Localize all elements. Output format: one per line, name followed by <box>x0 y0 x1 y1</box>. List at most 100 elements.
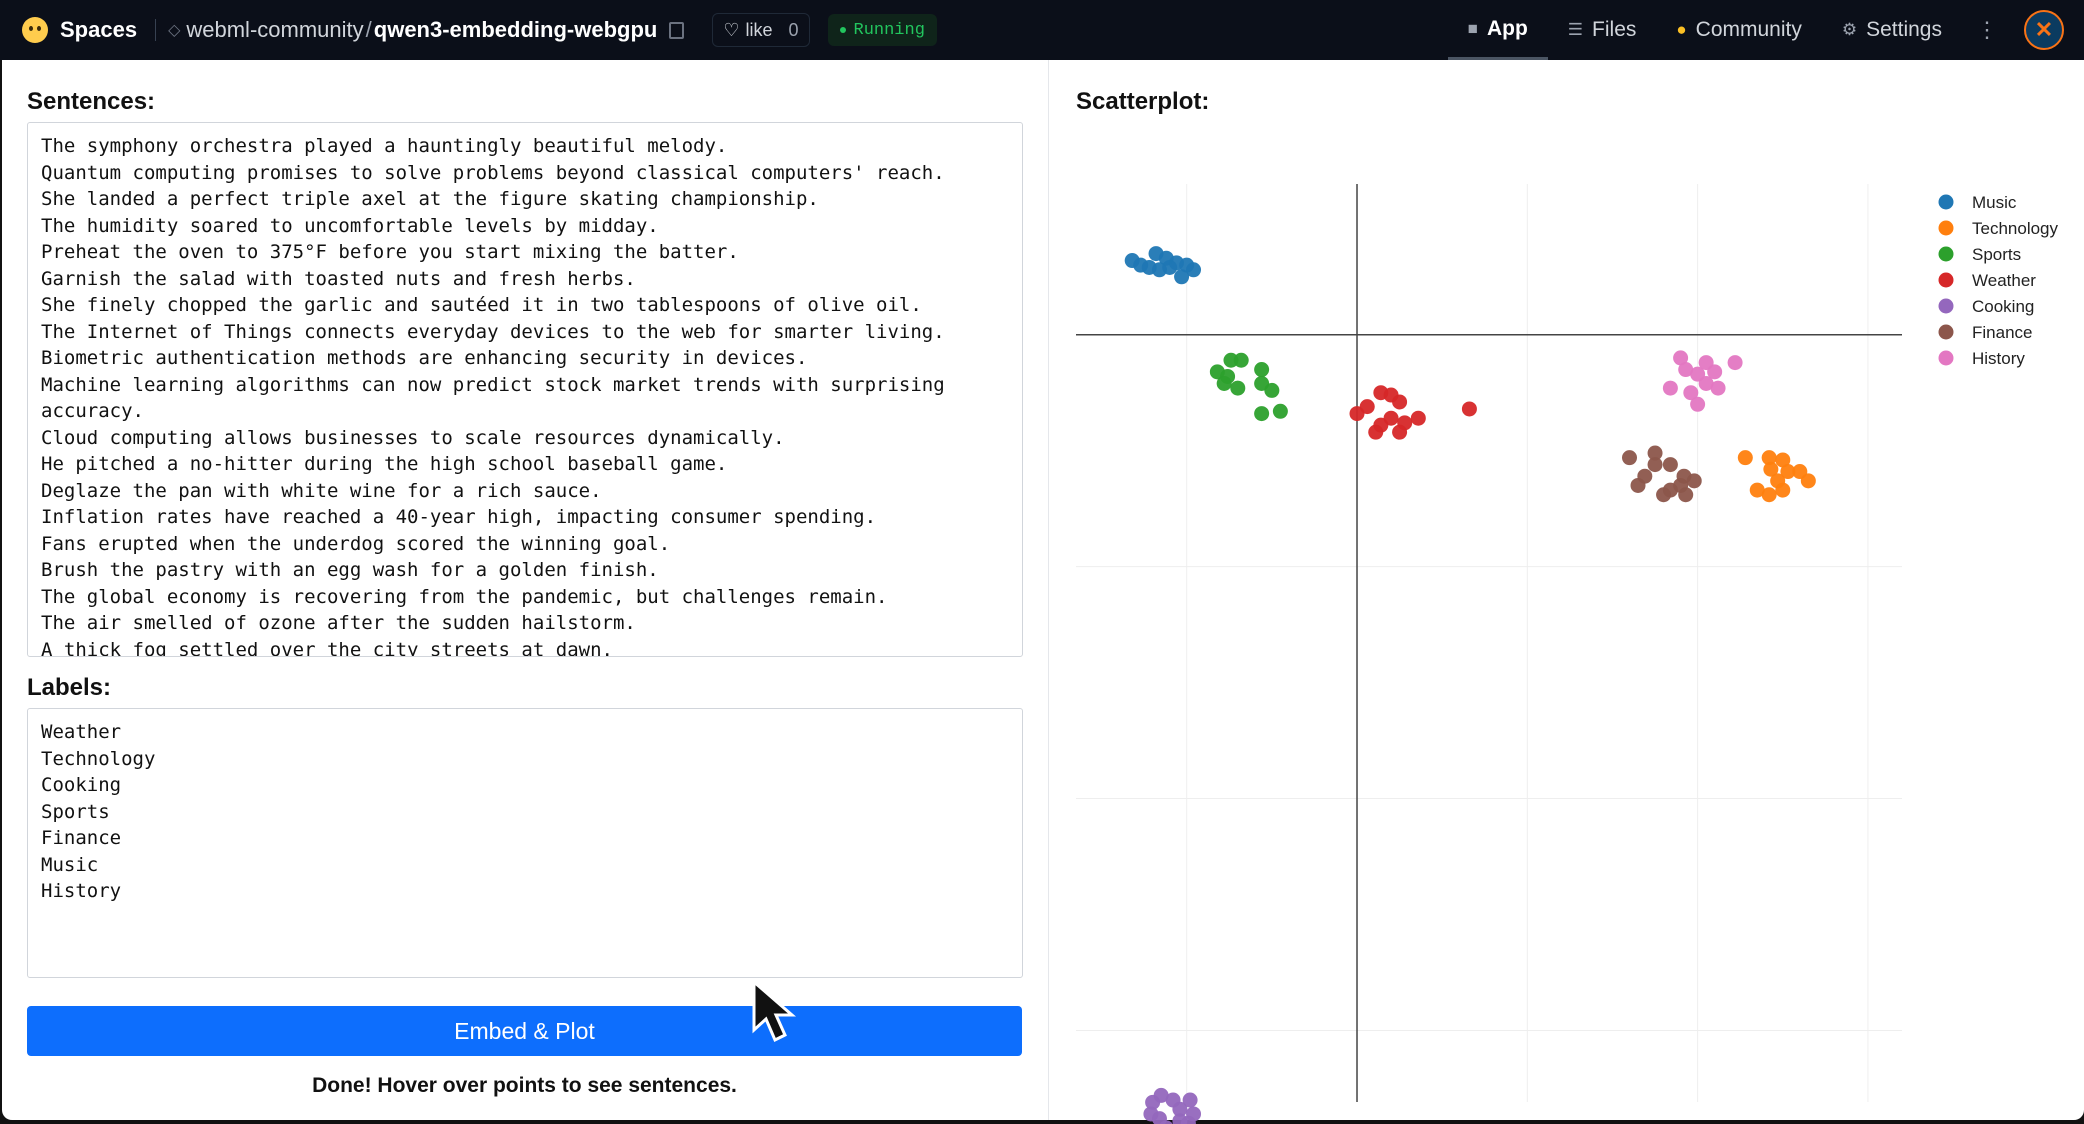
scatter-point-finance[interactable] <box>1662 482 1678 498</box>
avatar[interactable]: ✕ <box>2024 10 2064 50</box>
scatter-point-sports[interactable] <box>1254 406 1270 422</box>
scatter-point-weather[interactable] <box>1461 401 1477 417</box>
scatter-point-technology[interactable] <box>1770 473 1786 489</box>
like-label: like <box>745 19 773 40</box>
legend-marker-history <box>1938 350 1954 366</box>
scatter-point-finance[interactable] <box>1647 457 1663 473</box>
scatter-point-finance[interactable] <box>1678 487 1694 503</box>
scatter-point-sports[interactable] <box>1216 375 1232 391</box>
scatter-point-finance[interactable] <box>1622 450 1638 466</box>
sentence-line: Fans erupted when the underdog scored th… <box>41 532 671 555</box>
status-badge[interactable]: Running <box>827 14 937 46</box>
input-panel: Sentences: The symphony orchestra played… <box>2 60 1048 1120</box>
scatter-point-sports[interactable] <box>1230 380 1246 396</box>
scatter-point-music[interactable] <box>1174 269 1190 285</box>
space-icon: ◇ <box>168 22 181 39</box>
sentence-line: A thick fog settled over the city street… <box>41 638 613 657</box>
scatter-point-history[interactable] <box>1662 380 1678 396</box>
scatter-point-history[interactable] <box>1690 396 1706 412</box>
label-line: Weather <box>41 721 122 743</box>
like-button[interactable]: ♡ like 0 <box>712 13 810 47</box>
sentence-line: Quantum computing promises to solve prob… <box>41 161 945 184</box>
heart-icon: ♡ <box>723 19 740 40</box>
embed-plot-button[interactable]: Embed & Plot <box>27 1006 1022 1056</box>
label-line: Cooking <box>41 774 122 796</box>
app-content: Sentences: The symphony orchestra played… <box>2 60 2084 1124</box>
hugging-face-logo-icon[interactable] <box>22 17 48 43</box>
label-line: Music <box>41 853 99 876</box>
cube-icon: ■ <box>1467 18 1478 38</box>
scatter-point-weather[interactable] <box>1359 399 1375 415</box>
label-line: History <box>41 880 122 902</box>
scatter-point-technology[interactable] <box>1737 450 1753 466</box>
legend-marker-cooking <box>1938 298 1954 314</box>
sentence-line: She landed a perfect triple axel at the … <box>41 188 819 210</box>
legend-label-history: History <box>1972 349 2025 368</box>
scatter-point-finance[interactable] <box>1630 477 1646 493</box>
labels-textarea[interactable]: Weather Technology Cooking Sports Finance Mus… <box>27 708 1023 978</box>
community-icon: ● <box>1676 20 1687 39</box>
gear-icon: ⚙ <box>1841 20 1858 39</box>
sentence-line: The Internet of Things connects everyday… <box>41 320 945 343</box>
copy-icon[interactable] <box>669 21 685 39</box>
legend-label-weather: Weather <box>1972 271 2036 290</box>
like-count: 0 <box>788 19 799 40</box>
scatter-point-sports[interactable] <box>1254 362 1270 378</box>
tab-community-label: Community <box>1695 18 1802 41</box>
sentence-line: She finely chopped the garlic and sautée… <box>41 294 922 316</box>
scatter-point-cooking[interactable] <box>1182 1092 1198 1108</box>
tab-files-label: Files <box>1592 18 1637 41</box>
path-separator: / <box>365 17 372 42</box>
scatter-point-sports[interactable] <box>1233 352 1249 368</box>
legend-marker-sports <box>1938 246 1954 262</box>
scatter-point-history[interactable] <box>1710 380 1726 396</box>
space-nav: ■ App ☰ Files ● Community ⚙ Settings ⋮ ✕ <box>1447 0 2064 60</box>
label-line: Technology <box>41 747 156 770</box>
sentence-line: Deglaze the pan with white wine for a ri… <box>41 479 602 502</box>
tab-community[interactable]: ● Community <box>1656 0 1821 60</box>
sentences-heading: Sentences: <box>27 88 156 115</box>
scatterplot-chart[interactable]: Music Technology Sports Weather Cooking Finan… <box>1076 124 2084 1124</box>
panel-divider <box>1048 60 1049 1120</box>
labels-heading: Labels: <box>27 674 112 701</box>
sentences-textarea[interactable]: The symphony orchestra played a haunting… <box>27 122 1023 657</box>
sentence-line: Machine learning algorithms can now pred… <box>41 373 945 396</box>
tab-app[interactable]: ■ App <box>1447 0 1548 60</box>
scatter-point-finance[interactable] <box>1686 473 1702 489</box>
label-line: Finance <box>41 827 122 849</box>
scatter-point-technology[interactable] <box>1749 482 1765 498</box>
legend-label-music: Music <box>1972 193 2017 212</box>
sentence-line: The symphony orchestra played a haunting… <box>41 135 728 157</box>
scatter-point-weather[interactable] <box>1368 424 1384 440</box>
label-line: Sports <box>41 800 110 823</box>
scatter-point-weather[interactable] <box>1410 410 1426 426</box>
scatter-point-history[interactable] <box>1727 355 1743 371</box>
scatter-point-sports[interactable] <box>1272 403 1288 419</box>
status-dot-icon <box>839 27 846 33</box>
tab-files[interactable]: ☰ Files <box>1548 0 1657 60</box>
repo-link[interactable]: qwen3-embedding-webgpu <box>374 17 658 43</box>
more-options-icon[interactable]: ⋮ <box>1962 17 2012 43</box>
sentence-line: accuracy. <box>41 400 144 422</box>
scatter-point-sports[interactable] <box>1264 382 1280 398</box>
scatter-point-finance[interactable] <box>1662 457 1678 473</box>
scatter-point-music[interactable] <box>1151 262 1167 278</box>
sentence-line: Biometric authentication methods are enh… <box>41 347 808 369</box>
scatter-point-cooking[interactable] <box>1172 1113 1188 1124</box>
scatter-point-cooking[interactable] <box>1143 1106 1159 1122</box>
spaces-link[interactable]: Spaces <box>60 17 137 43</box>
scatter-point-technology[interactable] <box>1792 464 1808 480</box>
divider <box>155 19 157 41</box>
org-link[interactable]: webml-community <box>186 17 363 43</box>
scatter-point-weather[interactable] <box>1392 394 1408 410</box>
tab-app-label: App <box>1486 16 1528 40</box>
legend-label-technology: Technology <box>1972 219 2059 238</box>
status-label: Running <box>853 20 925 40</box>
legend-marker-technology <box>1938 220 1954 236</box>
scatter-point-weather[interactable] <box>1392 424 1408 440</box>
sentence-line: He pitched a no-hitter during the high s… <box>41 453 728 475</box>
tab-settings[interactable]: ⚙ Settings <box>1822 0 1962 60</box>
legend-marker-music <box>1938 194 1954 210</box>
sentence-line: Inflation rates have reached a 40-year h… <box>41 506 877 528</box>
sentence-line: The global economy is recovering from th… <box>41 585 888 608</box>
